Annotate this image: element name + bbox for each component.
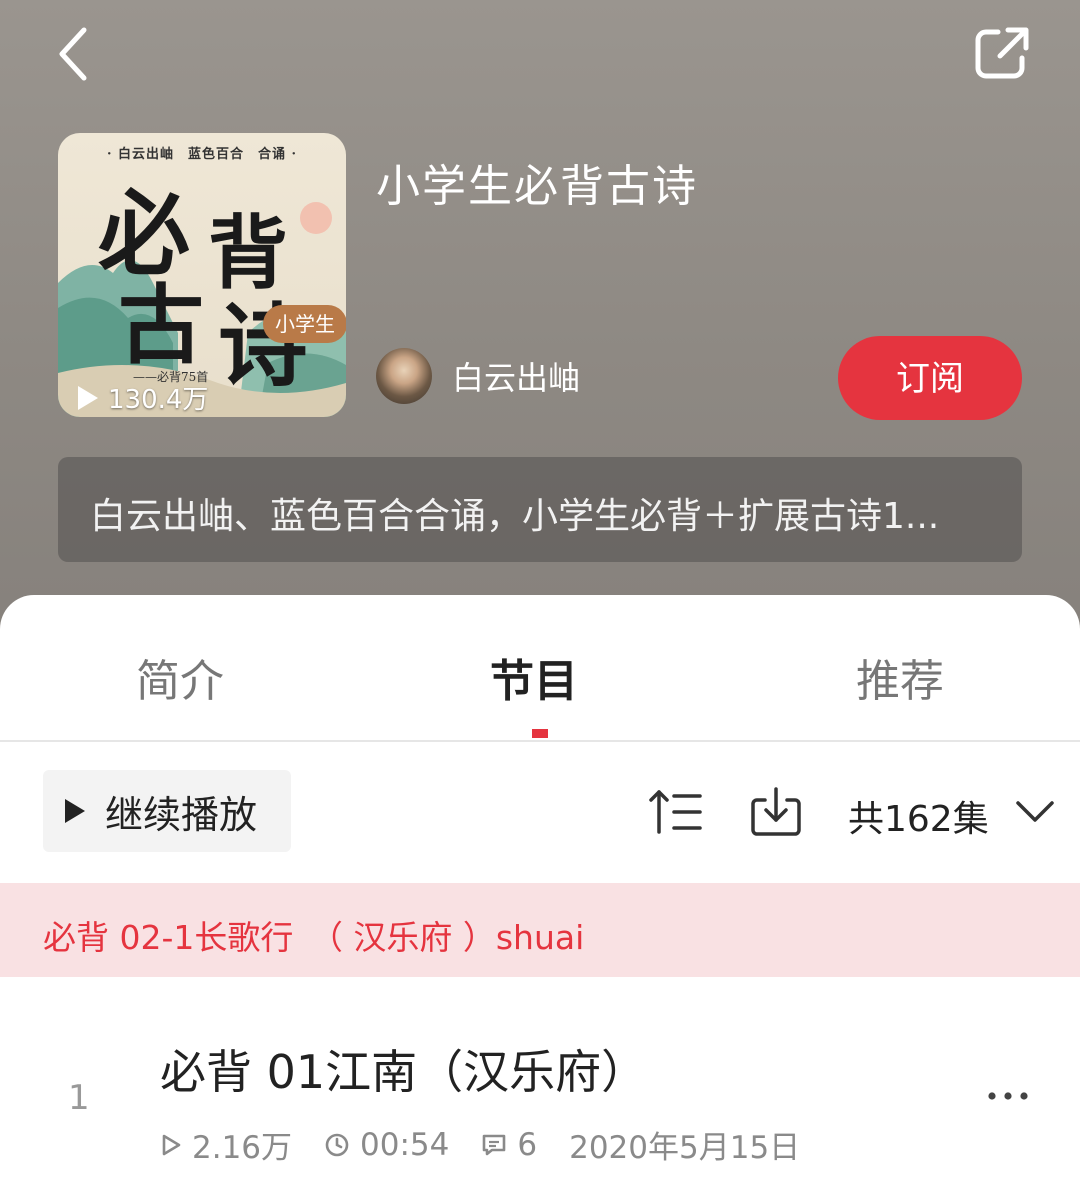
continue-play-button[interactable]: 继续播放 — [43, 770, 291, 852]
author-link[interactable]: 白云出岫 — [376, 348, 580, 404]
tab-recommend[interactable]: 推荐 — [856, 645, 944, 709]
more-button[interactable] — [984, 1084, 1032, 1108]
tab-episodes[interactable]: 节目 — [490, 645, 578, 709]
tab-intro[interactable]: 简介 — [136, 645, 224, 709]
comment-icon — [483, 1134, 506, 1155]
play-count-value: 130.4万 — [108, 385, 209, 415]
clock-icon — [325, 1133, 349, 1156]
episode-duration: 00:54 — [324, 1127, 449, 1163]
episode-plays-value: 2.16万 — [192, 1130, 293, 1166]
episode-index: 1 — [68, 1078, 90, 1118]
play-icon — [65, 799, 85, 823]
episode-meta: 2.16万 00:54 6 2020年5月15日 — [160, 1122, 832, 1167]
continue-play-label: 继续播放 — [105, 792, 258, 837]
cover-char-3: 古 — [118, 275, 204, 376]
tab-indicator — [532, 729, 548, 738]
cover-badge: 小学生 — [263, 305, 346, 343]
subscribe-button[interactable]: 订阅 — [838, 336, 1022, 420]
download-button[interactable] — [749, 786, 803, 838]
back-button[interactable] — [52, 24, 108, 84]
avatar — [376, 348, 432, 404]
download-icon — [751, 787, 801, 836]
episode-duration-value: 00:54 — [360, 1126, 450, 1163]
tab-divider — [0, 740, 1080, 742]
back-icon — [59, 27, 87, 81]
play-count: 130.4万 — [78, 379, 208, 416]
cover-char-2: 背 — [208, 206, 288, 300]
now-playing-title: 必背 02-1长歌行 （ 汉乐府 ）shuai — [43, 918, 585, 957]
album-header: · 白云出岫 蓝色百合 合诵 · 必 背 古 诗 小学生 ——必背75首 130… — [0, 0, 1080, 640]
album-cover[interactable]: · 白云出岫 蓝色百合 合诵 · 必 背 古 诗 小学生 ——必背75首 130… — [58, 133, 346, 417]
more-icon — [988, 1092, 1028, 1100]
episode-range-dropdown[interactable] — [1014, 795, 1056, 827]
episode-count[interactable]: 共162集 — [848, 790, 989, 842]
cover-char-1: 必 — [98, 180, 191, 288]
sort-icon — [649, 790, 702, 834]
album-title: 小学生必背古诗 — [376, 161, 698, 212]
play-icon — [78, 385, 98, 410]
cover-topline: · 白云出岫 蓝色百合 合诵 · — [106, 147, 298, 162]
episode-title[interactable]: 必背 01江南（汉乐府） — [160, 1036, 647, 1102]
episode-plays: 2.16万 — [160, 1122, 292, 1167]
share-icon — [975, 27, 1029, 79]
now-playing-bar[interactable]: 必背 02-1长歌行 （ 汉乐府 ）shuai — [0, 883, 1080, 977]
episode-date: 2020年5月15日 — [569, 1130, 801, 1166]
description-box[interactable]: 白云出岫、蓝色百合合诵，小学生必背＋扩展古诗1... — [58, 457, 1022, 562]
description-text: 白云出岫、蓝色百合合诵，小学生必背＋扩展古诗1... — [90, 496, 940, 537]
sort-button[interactable] — [648, 788, 702, 836]
episode-comments-value: 6 — [517, 1126, 538, 1163]
chevron-down-icon — [1016, 801, 1054, 822]
episode-comments: 6 — [481, 1127, 537, 1163]
share-button[interactable] — [972, 24, 1034, 84]
play-outline-icon — [162, 1134, 181, 1155]
author-name: 白云出岫 — [452, 359, 581, 397]
